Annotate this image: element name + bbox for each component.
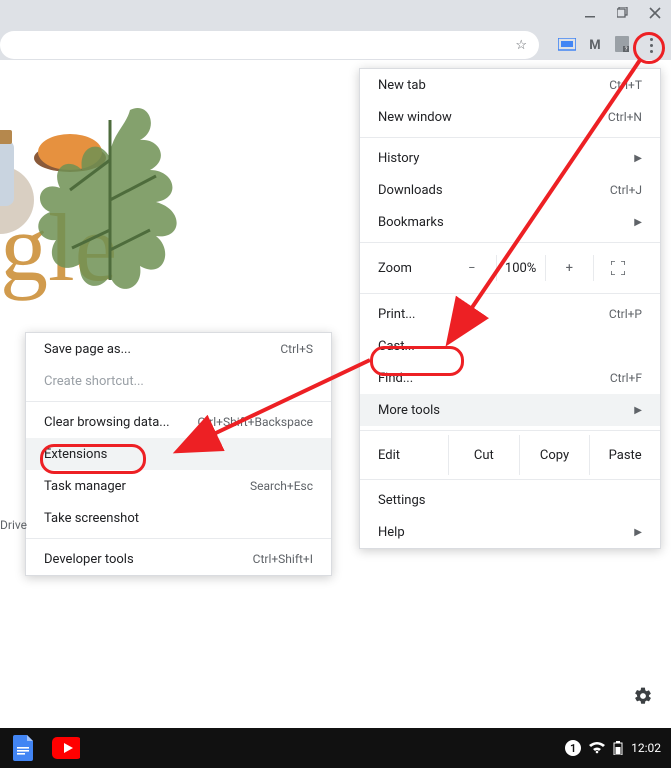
zoom-value: 100%	[497, 261, 545, 276]
chevron-right-icon: ▶	[634, 153, 642, 164]
menu-settings[interactable]: Settings	[360, 484, 660, 516]
edit-label: Edit	[378, 448, 448, 463]
menu-separator	[26, 401, 331, 402]
paste-button[interactable]: Paste	[589, 435, 660, 475]
chevron-right-icon: ▶	[634, 405, 642, 416]
menu-separator	[26, 538, 331, 539]
submenu-create-shortcut: Create shortcut...	[26, 365, 331, 397]
menu-print[interactable]: Print...Ctrl+P	[360, 298, 660, 330]
menu-history[interactable]: History▶	[360, 142, 660, 174]
menu-bookmarks[interactable]: Bookmarks▶	[360, 206, 660, 238]
menu-separator	[360, 137, 660, 138]
svg-text:?: ?	[625, 46, 628, 53]
zoom-out-button[interactable]: −	[448, 261, 496, 276]
menu-new-tab[interactable]: New tabCtrl+T	[360, 69, 660, 101]
minimize-button[interactable]	[575, 0, 607, 26]
bookmark-star-icon[interactable]: ☆	[509, 38, 533, 53]
address-bar[interactable]: ☆	[0, 31, 539, 59]
browser-chrome-top: ☆ M ?	[0, 0, 671, 60]
clock: 12:02	[631, 741, 661, 755]
docs-extension-icon[interactable]: ?	[611, 33, 635, 57]
toolbar-extension-icons: M ?	[555, 31, 663, 59]
copy-button[interactable]: Copy	[519, 435, 590, 475]
menu-separator	[360, 430, 660, 431]
submenu-extensions[interactable]: Extensions	[26, 438, 331, 470]
menu-help[interactable]: Help▶	[360, 516, 660, 548]
menu-new-window[interactable]: New windowCtrl+N	[360, 101, 660, 133]
vertical-dots-icon	[650, 38, 653, 53]
zoom-in-button[interactable]: +	[546, 261, 594, 276]
more-tools-submenu: Save page as...Ctrl+S Create shortcut...…	[25, 332, 332, 576]
cut-button[interactable]: Cut	[448, 435, 519, 475]
submenu-task-manager[interactable]: Task managerSearch+Esc	[26, 470, 331, 502]
menu-zoom-row: Zoom − 100% +	[360, 247, 660, 289]
submenu-take-screenshot[interactable]: Take screenshot	[26, 502, 331, 534]
menu-button[interactable]	[639, 33, 663, 57]
drive-shortcut-label: Drive	[0, 518, 27, 532]
submenu-save-page[interactable]: Save page as...Ctrl+S	[26, 333, 331, 365]
submenu-clear-browsing-data[interactable]: Clear browsing data...Ctrl+Shift+Backspa…	[26, 406, 331, 438]
chrome-main-menu: New tabCtrl+T New windowCtrl+N History▶ …	[359, 68, 661, 549]
menu-edit-row: Edit Cut Copy Paste	[360, 435, 660, 475]
close-button[interactable]	[639, 0, 671, 26]
menu-downloads[interactable]: DownloadsCtrl+J	[360, 174, 660, 206]
google-doodle[interactable]: gle	[0, 80, 240, 320]
submenu-developer-tools[interactable]: Developer toolsCtrl+Shift+I	[26, 543, 331, 575]
battery-icon	[613, 741, 623, 755]
shelf-status-area[interactable]: 1 12:02	[565, 740, 661, 756]
notification-badge: 1	[565, 740, 581, 756]
zoom-label: Zoom	[378, 261, 448, 276]
cast-extension-icon[interactable]	[555, 33, 579, 57]
menu-find[interactable]: Find...Ctrl+F	[360, 362, 660, 394]
menu-separator	[360, 479, 660, 480]
wifi-icon	[589, 742, 605, 754]
shelf-docs-icon[interactable]	[10, 734, 38, 762]
menu-cast[interactable]: Cast...	[360, 330, 660, 362]
window-controls	[575, 0, 671, 26]
menu-separator	[360, 242, 660, 243]
gmail-icon[interactable]: M	[583, 33, 607, 57]
chromeos-shelf: 1 12:02	[0, 728, 671, 768]
chevron-right-icon: ▶	[634, 217, 642, 228]
menu-separator	[360, 293, 660, 294]
maximize-button[interactable]	[607, 0, 639, 26]
chevron-right-icon: ▶	[634, 527, 642, 538]
fullscreen-button[interactable]	[594, 261, 642, 275]
menu-more-tools[interactable]: More tools▶	[360, 394, 660, 426]
shelf-youtube-icon[interactable]	[52, 734, 80, 762]
settings-gear-icon[interactable]	[633, 686, 653, 710]
